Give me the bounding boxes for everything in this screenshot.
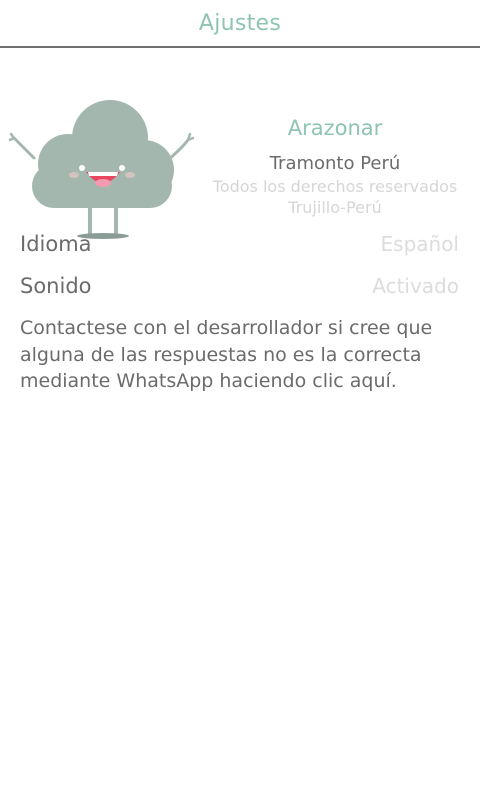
language-value[interactable]: Español [381,232,459,256]
app-info: Arazonar Tramonto Perú Todos los derecho… [196,116,474,218]
sound-label: Sonido [20,274,92,298]
rights-text: Todos los derechos reservados [212,177,458,196]
company-name: Tramonto Perú [269,153,401,174]
language-setting[interactable]: Idioma Español [20,228,459,260]
app-name: Arazonar [287,116,383,140]
sound-value[interactable]: Activado [372,274,459,298]
about-section: Arazonar Tramonto Perú Todos los derecho… [0,48,480,239]
language-label: Idioma [20,232,92,256]
sound-setting[interactable]: Sonido Activado [20,270,459,302]
settings-list: Idioma Español Sonido Activado [20,228,459,312]
page-title: Ajustes [198,10,282,36]
cloud-mascot-icon [8,100,194,239]
contact-developer-link[interactable]: Contactese con el desarrollador si cree … [20,315,462,395]
location-text: Trujillo-Perú [288,198,382,217]
app-header: Ajustes [0,0,480,48]
